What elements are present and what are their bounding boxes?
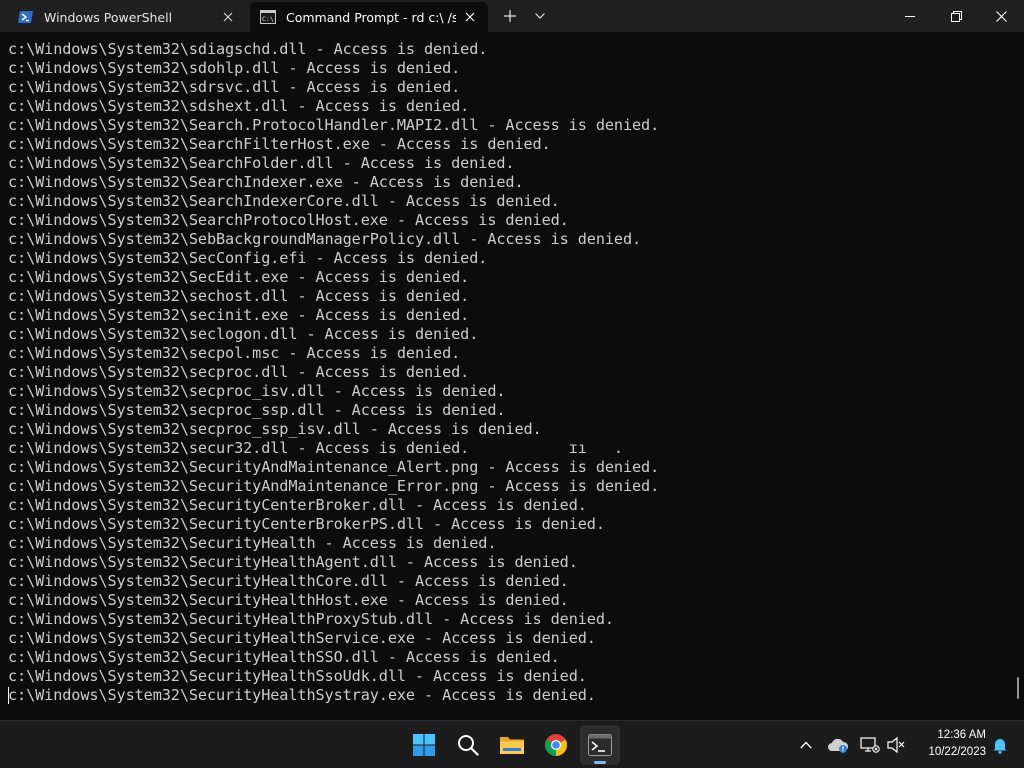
terminal-output[interactable]: c:\Windows\System32\sdiagschd.dll - Acce… [0,32,1012,720]
close-icon [996,10,1007,22]
terminal-line: c:\Windows\System32\Search.ProtocolHandl… [8,116,660,134]
terminal-line: c:\Windows\System32\secproc_ssp_isv.dll … [8,420,542,438]
system-clock[interactable]: 12:36 AM 10/22/2023 [912,727,986,761]
terminal-line: c:\Windows\System32\secproc_isv.dll - Ac… [8,382,506,400]
terminal-icon [588,734,612,756]
terminal-line: c:\Windows\System32\secur32.dll - Access… [8,439,623,457]
restore-icon [950,10,962,22]
taskbar: 12:36 AM 10/22/2023 [0,720,1024,768]
terminal-line: c:\Windows\System32\SearchIndexerCore.dl… [8,192,560,210]
plus-icon [504,10,516,22]
window-close-button[interactable] [979,0,1024,32]
terminal-line: c:\Windows\System32\SecurityHealthSSO.dl… [8,648,560,666]
terminal-line: c:\Windows\System32\SecurityHealthCore.d… [8,572,569,590]
close-icon[interactable] [214,3,242,31]
terminal-line: c:\Windows\System32\SebBackgroundManager… [8,230,642,248]
title-bar[interactable]: Windows PowerShell C:\ Command Prompt - … [0,0,1024,32]
network-tray-button[interactable] [858,733,882,757]
terminal-line: c:\Windows\System32\SearchIndexer.exe - … [8,173,524,191]
new-tab-button[interactable] [496,0,524,32]
network-icon [860,737,880,753]
terminal-line: c:\Windows\System32\secpol.msc - Access … [8,344,461,362]
tab-label: Windows PowerShell [44,9,173,25]
terminal-line: c:\Windows\System32\SecurityHealth - Acc… [8,534,497,552]
terminal-window: Windows PowerShell C:\ Command Prompt - … [0,0,1024,720]
active-app-indicator [594,761,606,764]
terminal-line: c:\Windows\System32\SecurityAndMaintenan… [8,458,660,476]
tab-dropdown-button[interactable] [526,0,554,32]
svg-text:C:\: C:\ [262,15,274,23]
terminal-line: c:\Windows\System32\SecurityCenterBroker… [8,515,605,533]
clock-time: 12:36 AM [937,729,986,741]
windows-logo-icon [413,734,435,756]
terminal-button[interactable] [580,725,620,765]
terminal-line: c:\Windows\System32\secproc_ssp.dll - Ac… [8,401,506,419]
terminal-line: c:\Windows\System32\SecurityAndMaintenan… [8,477,660,495]
terminal-line: c:\Windows\System32\sechost.dll - Access… [8,287,470,305]
terminal-line: c:\Windows\System32\SecurityHealthAgent.… [8,553,578,571]
terminal-line: c:\Windows\System32\SecurityHealthHost.e… [8,591,569,609]
terminal-line: c:\Windows\System32\sdohlp.dll - Access … [8,59,461,77]
terminal-line: c:\Windows\System32\SecurityHealthSystra… [8,686,596,704]
terminal-line: c:\Windows\System32\SecurityHealthSsoUdk… [8,667,587,685]
terminal-line: c:\Windows\System32\SearchProtocolHost.e… [8,211,569,229]
maximize-button[interactable] [933,0,979,32]
terminal-line: c:\Windows\System32\SecurityHealthProxyS… [8,610,614,628]
tab-command-prompt[interactable]: C:\ Command Prompt - rd c:\ /s , [250,2,488,32]
notifications-button[interactable] [988,733,1012,757]
chrome-button[interactable] [536,725,576,765]
terminal-line: c:\Windows\System32\secproc.dll - Access… [8,363,470,381]
cmd-icon: C:\ [260,9,276,25]
volume-muted-icon [887,736,905,754]
terminal-line: c:\Windows\System32\seclogon.dll - Acces… [8,325,479,343]
start-button[interactable] [404,725,444,765]
chrome-icon [545,734,567,756]
close-icon[interactable] [456,3,484,31]
search-button[interactable] [448,725,488,765]
terminal-line: c:\Windows\System32\SecurityCenterBroker… [8,496,587,514]
terminal-line: c:\Windows\System32\sdrsvc.dll - Access … [8,78,461,96]
file-explorer-button[interactable] [492,725,532,765]
terminal-line: c:\Windows\System32\sdiagschd.dll - Acce… [8,40,488,58]
minimize-button[interactable] [887,0,933,32]
terminal-line: c:\Windows\System32\SearchFolder.dll - A… [8,154,515,172]
onedrive-tray-button[interactable] [826,733,850,757]
text-cursor [8,687,9,704]
terminal-line: c:\Windows\System32\sdshext.dll - Access… [8,97,470,115]
terminal-line: c:\Windows\System32\secinit.exe - Access… [8,306,470,324]
cloud-icon [828,738,849,753]
powershell-icon [18,9,34,25]
volume-tray-button[interactable] [884,733,908,757]
folder-icon [500,737,524,754]
chevron-down-icon [535,13,545,19]
terminal-line: c:\Windows\System32\SecEdit.exe - Access… [8,268,470,286]
search-icon [458,735,479,756]
tab-label: Command Prompt - rd c:\ /s , [286,9,456,25]
chevron-up-icon [800,741,812,749]
tab-windows-powershell[interactable]: Windows PowerShell [8,2,246,32]
terminal-line: c:\Windows\System32\SecConfig.efi - Acce… [8,249,488,267]
minimize-icon [905,16,915,17]
show-hidden-icons-button[interactable] [794,733,818,757]
terminal-line: c:\Windows\System32\SearchFilterHost.exe… [8,135,551,153]
scrollbar-thumb[interactable] [1017,677,1019,699]
bell-icon [993,739,1007,754]
clock-date: 10/22/2023 [928,746,986,758]
terminal-line: c:\Windows\System32\SecurityHealthServic… [8,629,596,647]
